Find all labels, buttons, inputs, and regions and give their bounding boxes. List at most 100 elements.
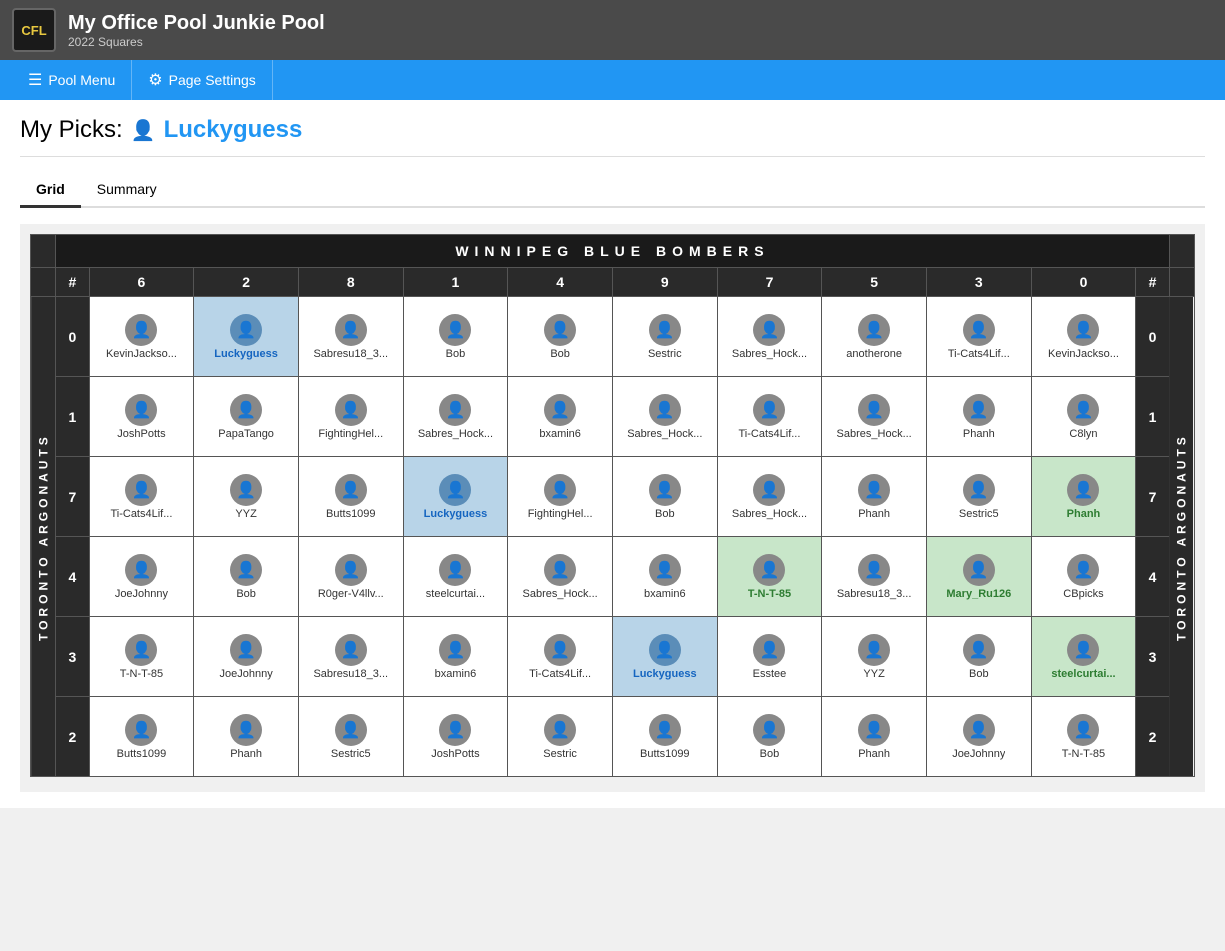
cell-0-8[interactable]: 👤 Sabresu18_3... xyxy=(298,297,403,377)
cell-7-2[interactable]: 👤 YYZ xyxy=(194,457,299,537)
cell-1-7[interactable]: 👤 Ti-Cats4Lif... xyxy=(717,377,822,457)
picks-label: My Picks: xyxy=(20,116,123,144)
table-row: 1 👤 JoshPotts 👤 PapaTango xyxy=(31,377,1195,457)
cell-3-9[interactable]: 👤 Luckyguess xyxy=(612,617,717,697)
title-divider xyxy=(20,156,1205,157)
cell-3-6[interactable]: 👤 T-N-T-85 xyxy=(89,617,194,697)
cell-7-4[interactable]: 👤 FightingHel... xyxy=(508,457,613,537)
col-3: 3 xyxy=(926,268,1031,297)
tab-summary[interactable]: Summary xyxy=(81,173,173,208)
cell-username: YYZ xyxy=(235,508,256,520)
menu-icon: ☰ xyxy=(28,70,42,90)
cell-0-6[interactable]: 👤 KevinJackso... xyxy=(89,297,194,377)
cell-1-5[interactable]: 👤 Sabres_Hock... xyxy=(822,377,927,457)
cell-4-4[interactable]: 👤 Sabres_Hock... xyxy=(508,537,613,617)
cell-username: JoshPotts xyxy=(431,748,479,760)
avatar: 👤 xyxy=(230,714,262,746)
cell-4-7[interactable]: 👤 T-N-T-85 xyxy=(717,537,822,617)
cell-1-6[interactable]: 👤 JoshPotts xyxy=(89,377,194,457)
cell-1-4[interactable]: 👤 bxamin6 xyxy=(508,377,613,457)
cell-0-3[interactable]: 👤 Ti-Cats4Lif... xyxy=(926,297,1031,377)
cell-4-1[interactable]: 👤 steelcurtai... xyxy=(403,537,508,617)
cell-3-0[interactable]: 👤 steelcurtai... xyxy=(1031,617,1136,697)
cell-1-1[interactable]: 👤 Sabres_Hock... xyxy=(403,377,508,457)
cell-3-4[interactable]: 👤 Ti-Cats4Lif... xyxy=(508,617,613,697)
cell-2-7[interactable]: 👤 Bob xyxy=(717,697,822,777)
avatar: 👤 xyxy=(963,314,995,346)
cell-4-3[interactable]: 👤 Mary_Ru126 xyxy=(926,537,1031,617)
cell-0-0[interactable]: 👤 KevinJackso... xyxy=(1031,297,1136,377)
cell-2-8[interactable]: 👤 Sestric5 xyxy=(298,697,403,777)
cell-3-1[interactable]: 👤 bxamin6 xyxy=(403,617,508,697)
avatar: 👤 xyxy=(858,474,890,506)
cell-0-2[interactable]: 👤 Luckyguess xyxy=(194,297,299,377)
cell-0-7[interactable]: 👤 Sabres_Hock... xyxy=(717,297,822,377)
col-1: 1 xyxy=(403,268,508,297)
cell-username: Sestric5 xyxy=(331,748,371,760)
cell-7-7[interactable]: 👤 Sabres_Hock... xyxy=(717,457,822,537)
cell-3-3[interactable]: 👤 Bob xyxy=(926,617,1031,697)
cell-2-0[interactable]: 👤 T-N-T-85 xyxy=(1031,697,1136,777)
cell-7-9[interactable]: 👤 Bob xyxy=(612,457,717,537)
col-hash-left: # xyxy=(56,268,89,297)
cell-1-9[interactable]: 👤 Sabres_Hock... xyxy=(612,377,717,457)
cell-3-2[interactable]: 👤 JoeJohnny xyxy=(194,617,299,697)
cell-2-6[interactable]: 👤 Butts1099 xyxy=(89,697,194,777)
cell-username: KevinJackso... xyxy=(106,348,177,360)
avatar: 👤 xyxy=(963,634,995,666)
cell-2-4[interactable]: 👤 Sestric xyxy=(508,697,613,777)
tab-grid[interactable]: Grid xyxy=(20,173,81,208)
cell-4-5[interactable]: 👤 Sabresu18_3... xyxy=(822,537,927,617)
cell-2-3[interactable]: 👤 JoeJohnny xyxy=(926,697,1031,777)
cell-0-5[interactable]: 👤 anotherone xyxy=(822,297,927,377)
avatar: 👤 xyxy=(1067,634,1099,666)
cell-username: Sabresu18_3... xyxy=(313,348,388,360)
avatar: 👤 xyxy=(649,394,681,426)
cell-7-5[interactable]: 👤 Phanh xyxy=(822,457,927,537)
cell-7-6[interactable]: 👤 Ti-Cats4Lif... xyxy=(89,457,194,537)
cell-4-2[interactable]: 👤 Bob xyxy=(194,537,299,617)
table-row: 2 👤 Butts1099 👤 Phanh xyxy=(31,697,1195,777)
avatar: 👤 xyxy=(125,554,157,586)
cell-7-1[interactable]: 👤 Luckyguess xyxy=(403,457,508,537)
cell-0-4[interactable]: 👤 Bob xyxy=(508,297,613,377)
avatar: 👤 xyxy=(963,714,995,746)
cell-0-1[interactable]: 👤 Bob xyxy=(403,297,508,377)
cell-username: Sabres_Hock... xyxy=(627,428,702,440)
cell-7-3[interactable]: 👤 Sestric5 xyxy=(926,457,1031,537)
tabs-bar: Grid Summary xyxy=(20,173,1205,208)
row-num-2-right: 2 xyxy=(1136,697,1169,777)
avatar: 👤 xyxy=(544,314,576,346)
cell-1-0[interactable]: 👤 C8lyn xyxy=(1031,377,1136,457)
cell-1-2[interactable]: 👤 PapaTango xyxy=(194,377,299,457)
cell-username: Esstee xyxy=(753,668,787,680)
cell-4-8[interactable]: 👤 R0ger-V4llv... xyxy=(298,537,403,617)
cell-4-0[interactable]: 👤 CBpicks xyxy=(1031,537,1136,617)
cell-username: Sabresu18_3... xyxy=(313,668,388,680)
cell-2-5[interactable]: 👤 Phanh xyxy=(822,697,927,777)
cell-2-2[interactable]: 👤 Phanh xyxy=(194,697,299,777)
cell-4-9[interactable]: 👤 bxamin6 xyxy=(612,537,717,617)
page-settings-button[interactable]: ⚙ Page Settings xyxy=(132,60,273,100)
cell-username: Sabres_Hock... xyxy=(732,508,807,520)
cell-2-9[interactable]: 👤 Butts1099 xyxy=(612,697,717,777)
avatar: 👤 xyxy=(544,394,576,426)
cell-7-0[interactable]: 👤 Phanh xyxy=(1031,457,1136,537)
cell-3-8[interactable]: 👤 Sabresu18_3... xyxy=(298,617,403,697)
cell-3-7[interactable]: 👤 Esstee xyxy=(717,617,822,697)
pool-menu-button[interactable]: ☰ Pool Menu xyxy=(12,60,132,100)
cell-7-8[interactable]: 👤 Butts1099 xyxy=(298,457,403,537)
page-content: My Picks: 👤 Luckyguess Grid Summary xyxy=(0,100,1225,808)
cell-username: Sestric xyxy=(648,348,682,360)
cell-username: CBpicks xyxy=(1063,588,1103,600)
cell-0-9[interactable]: 👤 Sestric xyxy=(612,297,717,377)
cell-username: Luckyguess xyxy=(424,508,488,520)
cell-1-3[interactable]: 👤 Phanh xyxy=(926,377,1031,457)
cell-4-6[interactable]: 👤 JoeJohnny xyxy=(89,537,194,617)
cell-username: JoeJohnny xyxy=(952,748,1005,760)
cell-1-8[interactable]: 👤 FightingHel... xyxy=(298,377,403,457)
avatar: 👤 xyxy=(544,634,576,666)
avatar: 👤 xyxy=(963,554,995,586)
cell-2-1[interactable]: 👤 JoshPotts xyxy=(403,697,508,777)
cell-3-5[interactable]: 👤 YYZ xyxy=(822,617,927,697)
